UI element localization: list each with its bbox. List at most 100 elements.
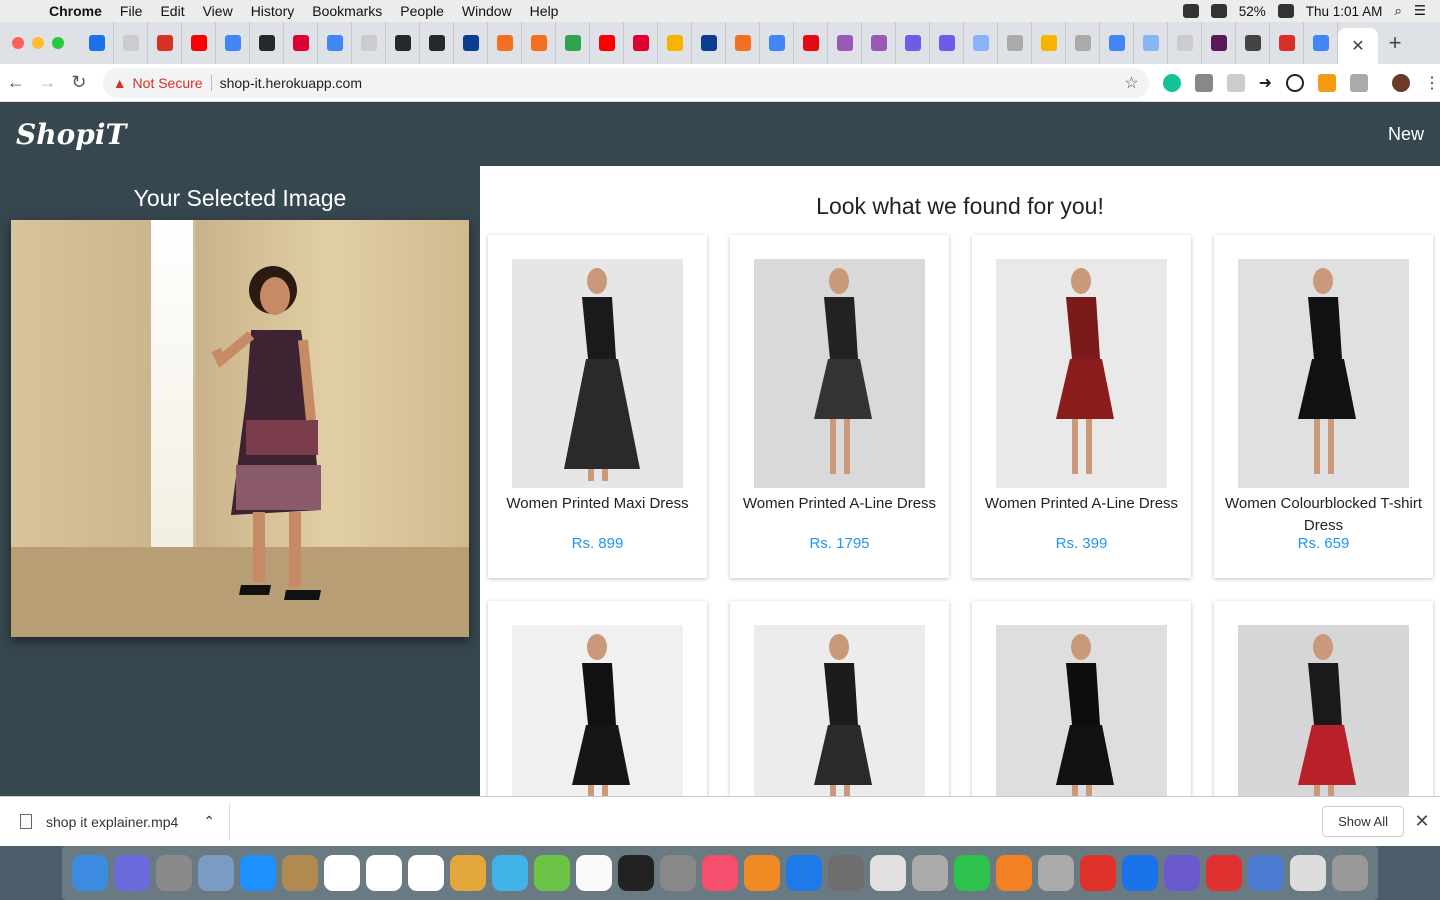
browser-tab[interactable] [522, 22, 556, 64]
dock-app-icon[interactable] [114, 855, 150, 891]
menu-help[interactable]: Help [521, 3, 568, 19]
menu-view[interactable]: View [194, 3, 242, 19]
product-image[interactable] [512, 625, 683, 796]
forward-icon[interactable]: → [32, 72, 64, 93]
menu-app-name[interactable]: Chrome [40, 3, 111, 19]
bookmark-star-icon[interactable]: ☆ [1124, 73, 1138, 93]
dock-app-icon[interactable] [450, 855, 486, 891]
dock-app-icon[interactable] [744, 855, 780, 891]
browser-tab[interactable] [726, 22, 760, 64]
chevron-up-icon[interactable]: ⌃ [203, 813, 215, 830]
browser-tab[interactable] [386, 22, 420, 64]
browser-tab[interactable] [828, 22, 862, 64]
browser-tab[interactable] [930, 22, 964, 64]
dock-app-icon[interactable] [996, 855, 1032, 891]
extension-icon[interactable] [1285, 73, 1304, 92]
browser-tab[interactable] [998, 22, 1032, 64]
dock-app-icon[interactable] [534, 855, 570, 891]
dock-app-icon[interactable] [702, 855, 738, 891]
browser-tab[interactable] [284, 22, 318, 64]
download-item[interactable]: shop it explainer.mp4 ⌃ [0, 802, 230, 841]
dock-app-icon[interactable] [954, 855, 990, 891]
product-image[interactable] [1238, 259, 1409, 488]
clock[interactable]: Thu 1:01 AM [1306, 4, 1383, 19]
dock-app-icon[interactable] [1332, 855, 1368, 891]
grammarly-extension-icon[interactable] [1162, 73, 1181, 92]
product-card[interactable] [1214, 601, 1433, 796]
browser-tab[interactable] [1202, 22, 1236, 64]
product-name[interactable]: Women Printed Maxi Dress [498, 493, 697, 515]
dock-app-icon[interactable] [366, 855, 402, 891]
close-download-bar-icon[interactable]: ✕ [1404, 811, 1440, 832]
dock-app-icon[interactable] [912, 855, 948, 891]
url-text[interactable]: shop-it.herokuapp.com [220, 75, 362, 91]
menu-file[interactable]: File [111, 3, 152, 19]
browser-tab[interactable] [964, 22, 998, 64]
close-tab-icon[interactable]: ✕ [1351, 36, 1364, 56]
menu-window[interactable]: Window [453, 3, 521, 19]
browser-tab[interactable] [1270, 22, 1304, 64]
product-card[interactable] [488, 601, 707, 796]
browser-tab[interactable] [1032, 22, 1066, 64]
battery-icon[interactable] [1277, 4, 1294, 18]
menu-people[interactable]: People [391, 3, 453, 19]
dock-app-icon[interactable] [240, 855, 276, 891]
reload-icon[interactable]: ↻ [63, 72, 95, 93]
dock-app-icon[interactable] [324, 855, 360, 891]
product-card[interactable] [972, 601, 1191, 796]
browser-tab[interactable] [624, 22, 658, 64]
browser-tab[interactable] [658, 22, 692, 64]
dock-app-icon[interactable] [156, 855, 192, 891]
zoom-window-button[interactable] [52, 37, 64, 49]
dock-app-icon[interactable] [72, 855, 108, 891]
product-name[interactable]: Women Printed A-Line Dress [982, 493, 1181, 515]
new-button[interactable]: New [1388, 124, 1424, 145]
download-filename[interactable]: shop it explainer.mp4 [46, 814, 178, 830]
menu-edit[interactable]: Edit [151, 3, 193, 19]
browser-tab[interactable] [182, 22, 216, 64]
volume-icon[interactable] [1210, 4, 1227, 18]
back-icon[interactable]: ← [0, 72, 32, 93]
browser-tab[interactable] [1168, 22, 1202, 64]
browser-tab[interactable] [1236, 22, 1270, 64]
dock-app-icon[interactable] [1206, 855, 1242, 891]
browser-tab[interactable] [216, 22, 250, 64]
browser-tab[interactable] [794, 22, 828, 64]
security-label[interactable]: Not Secure [133, 74, 212, 91]
chrome-menu-icon[interactable]: ⋮ [1424, 73, 1440, 93]
browser-tab[interactable] [862, 22, 896, 64]
dock-app-icon[interactable] [618, 855, 654, 891]
menu-bookmarks[interactable]: Bookmarks [303, 3, 391, 19]
extension-icon[interactable] [1226, 73, 1245, 92]
product-image[interactable] [996, 625, 1167, 796]
product-card[interactable] [730, 601, 949, 796]
dock-app-icon[interactable] [408, 855, 444, 891]
dock-app-icon[interactable] [1248, 855, 1284, 891]
extension-icon[interactable] [1194, 73, 1213, 92]
browser-tab[interactable] [352, 22, 386, 64]
product-card[interactable]: Women Printed A-Line Dress Rs. 1795 [730, 235, 949, 578]
dock-app-icon[interactable] [1122, 855, 1158, 891]
product-name[interactable]: Women Printed A-Line Dress [740, 493, 939, 515]
dock-app-icon[interactable] [198, 855, 234, 891]
browser-tab[interactable] [590, 22, 624, 64]
address-bar[interactable]: ▲ Not Secure shop-it.herokuapp.com ☆ [102, 67, 1149, 98]
dock-app-icon[interactable] [282, 855, 318, 891]
product-image[interactable] [1238, 625, 1409, 796]
browser-tab[interactable] [1100, 22, 1134, 64]
extension-icon[interactable] [1317, 73, 1336, 92]
profile-avatar[interactable] [1391, 73, 1410, 92]
browser-tab[interactable] [318, 22, 352, 64]
browser-tab[interactable] [250, 22, 284, 64]
minimize-window-button[interactable] [32, 37, 44, 49]
product-image[interactable] [754, 259, 925, 488]
browser-tab[interactable] [896, 22, 930, 64]
product-card[interactable]: Women Printed A-Line Dress Rs. 399 [972, 235, 1191, 578]
menu-history[interactable]: History [242, 3, 304, 19]
active-tab[interactable]: ✕ [1338, 28, 1378, 64]
product-card[interactable]: Women Colourblocked T-shirt Dress Rs. 659 [1214, 235, 1433, 578]
dock-app-icon[interactable] [492, 855, 528, 891]
extension-icon[interactable] [1349, 73, 1368, 92]
browser-tab[interactable] [454, 22, 488, 64]
browser-tab[interactable] [114, 22, 148, 64]
